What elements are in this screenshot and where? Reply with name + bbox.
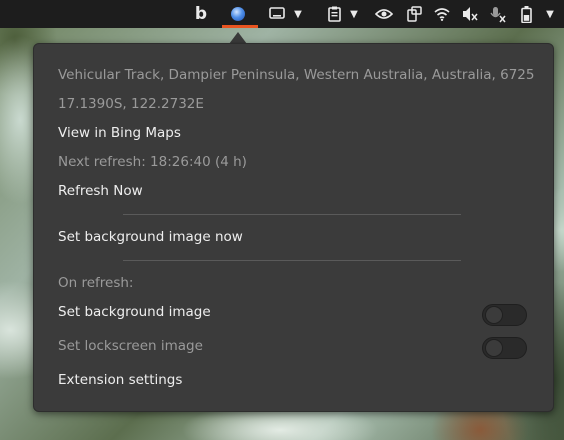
active-indicator: [222, 25, 258, 28]
microphone-muted-icon[interactable]: [489, 4, 507, 24]
location-label[interactable]: Vehicular Track, Dampier Peninsula, West…: [58, 67, 534, 83]
refresh-now-item[interactable]: Refresh Now: [58, 183, 143, 199]
extension-settings-item[interactable]: Extension settings: [58, 372, 182, 388]
set-background-image-toggle[interactable]: [482, 304, 527, 326]
screen-rotate-icon[interactable]: [405, 4, 423, 24]
set-background-now-item[interactable]: Set background image now: [58, 229, 243, 245]
bing-icon[interactable]: b: [193, 4, 209, 24]
separator: [123, 214, 461, 215]
clipboard-icon[interactable]: [326, 4, 342, 24]
top-bar: b ▼ ▼ ▼: [0, 0, 564, 28]
chevron-down-icon[interactable]: ▼: [292, 4, 304, 24]
coordinates-label[interactable]: 17.1390S, 122.2732E: [58, 96, 204, 112]
eye-icon[interactable]: [374, 4, 394, 24]
bing-wallpaper-globe-icon[interactable]: [229, 4, 247, 24]
set-lockscreen-image-label: Set lockscreen image: [58, 338, 203, 354]
separator: [123, 260, 461, 261]
view-in-bing-maps-item[interactable]: View in Bing Maps: [58, 125, 181, 141]
set-background-image-label: Set background image: [58, 304, 211, 320]
volume-muted-icon[interactable]: [460, 4, 480, 24]
wifi-icon[interactable]: [433, 4, 451, 24]
display-icon[interactable]: [268, 4, 286, 24]
battery-icon[interactable]: [519, 4, 533, 24]
chevron-down-icon[interactable]: ▼: [544, 4, 556, 24]
next-refresh-label: Next refresh: 18:26:40 (4 h): [58, 154, 247, 170]
chevron-down-icon[interactable]: ▼: [348, 4, 360, 24]
set-lockscreen-image-toggle[interactable]: [482, 337, 527, 359]
bing-wallpaper-menu: Vehicular Track, Dampier Peninsula, West…: [33, 43, 554, 412]
on-refresh-label: On refresh:: [58, 275, 134, 291]
